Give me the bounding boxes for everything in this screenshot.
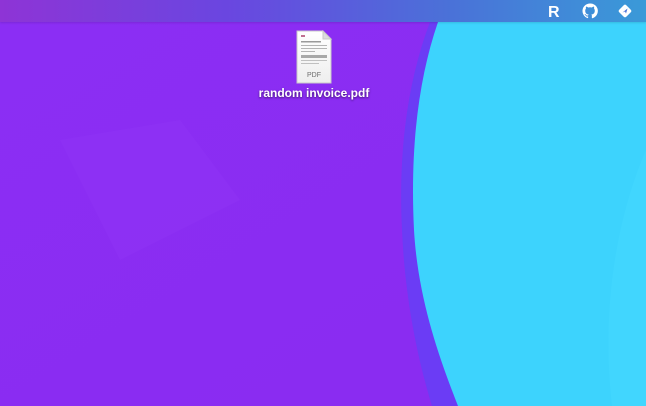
github-icon <box>582 3 598 19</box>
location-arrow-icon[interactable] <box>615 1 635 21</box>
svg-text:R: R <box>548 4 560 19</box>
desktop: R PDF random invoice.pdf <box>0 0 646 406</box>
pdf-file-icon: PDF <box>296 30 333 84</box>
location-arrow-icon <box>618 4 632 18</box>
r-app-icon: R <box>548 4 560 19</box>
github-icon[interactable] <box>580 1 600 21</box>
pdf-badge-label: PDF <box>307 72 321 79</box>
file-name-label: random invoice.pdf <box>258 86 370 100</box>
menu-bar: R <box>0 0 646 22</box>
desktop-file-item[interactable]: PDF random invoice.pdf <box>252 30 376 100</box>
r-app-icon[interactable]: R <box>543 1 563 21</box>
